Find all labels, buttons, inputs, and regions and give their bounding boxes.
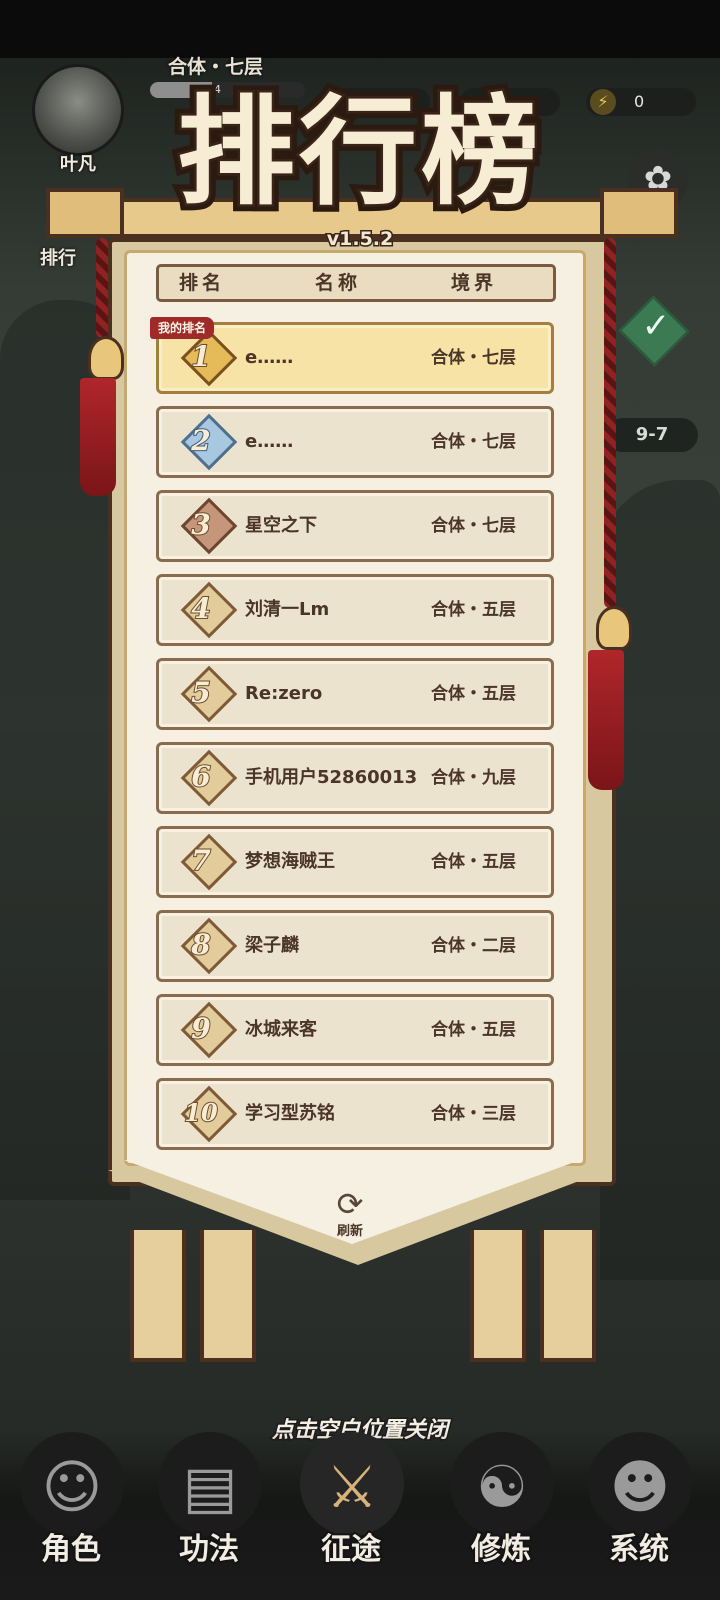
player-name-cell: 星空之下 xyxy=(245,515,317,536)
rope-left xyxy=(96,238,108,338)
character-icon: ☺ xyxy=(41,1453,103,1521)
rank-number: 7 xyxy=(190,843,211,878)
column-rank: 排名 xyxy=(179,272,226,294)
realm-cell: 合体・三层 xyxy=(431,1104,516,1124)
crossbar-end-right xyxy=(600,188,678,238)
table-row[interactable]: 9 冰城来客 合体・五层 xyxy=(156,994,554,1066)
nav-label: 征途 xyxy=(319,1530,383,1569)
table-row[interactable]: 6 手机用户52860013 合体・九层 xyxy=(156,742,554,814)
version-label: v1.5.2 xyxy=(325,227,394,252)
banner-fringe xyxy=(470,1230,526,1362)
player-name: 叶凡 xyxy=(60,154,96,175)
lightning-icon: ⚡ xyxy=(590,89,616,115)
bell-icon xyxy=(88,336,124,380)
player-name-cell: e…… xyxy=(245,431,294,452)
my-rank-tag: 我的排名 xyxy=(150,317,215,339)
nav-item-character[interactable]: ☺ 角色 xyxy=(6,1416,136,1586)
player-name-cell: e…… xyxy=(245,347,294,368)
player-name-cell: 刘清一Lm xyxy=(245,599,330,620)
player-name-cell: Re:zero xyxy=(245,683,323,704)
table-row[interactable]: 2 e…… 合体・七层 xyxy=(156,406,554,478)
rank-number: 8 xyxy=(190,927,211,962)
player-name-cell: 手机用户52860013 xyxy=(245,767,418,788)
mountain-right xyxy=(600,480,720,1280)
refresh-icon[interactable]: ⟳ xyxy=(330,1184,370,1224)
realm-cell: 合体・五层 xyxy=(431,852,516,872)
banner-fringe xyxy=(540,1230,596,1362)
rank-number: 4 xyxy=(190,591,211,626)
player-name-cell: 学习型苏铭 xyxy=(245,1103,335,1124)
table-row[interactable]: 10 学习型苏铭 合体・三层 xyxy=(156,1078,554,1150)
realm-cell: 合体・七层 xyxy=(431,348,516,368)
nav-item-skills[interactable]: ▤ 功法 xyxy=(144,1416,274,1586)
page-title: 排行榜 xyxy=(174,80,543,224)
realm-cell: 合体・七层 xyxy=(431,516,516,536)
table-row[interactable]: 5 Re:zero 合体・五层 xyxy=(156,658,554,730)
player-name-cell: 冰城来客 xyxy=(245,1019,317,1040)
rank-number: 3 xyxy=(190,507,211,542)
banner-fringe xyxy=(130,1230,186,1362)
side-rank-button[interactable]: 排行 xyxy=(40,244,76,270)
rank-number: 5 xyxy=(190,675,211,710)
table-header: 排名 名称 境界 xyxy=(156,264,556,302)
book-icon: ▤ xyxy=(182,1453,238,1521)
realm-cell: 合体・九层 xyxy=(431,768,516,788)
realm-cell: 合体・七层 xyxy=(431,432,516,452)
banner-fringe xyxy=(200,1230,256,1362)
avatar[interactable] xyxy=(32,64,124,156)
column-name: 名称 xyxy=(315,272,362,294)
rank-number: 6 xyxy=(190,759,211,794)
status-bar xyxy=(0,0,720,58)
refresh-button[interactable]: 刷新 xyxy=(320,1220,380,1239)
nav-label: 角色 xyxy=(39,1530,103,1569)
nav-item-cultivate[interactable]: ☯ 修炼 xyxy=(436,1416,566,1586)
rank-number: 1 xyxy=(190,339,211,374)
nav-item-journey[interactable]: ⚔ 征途 xyxy=(286,1416,416,1586)
tassel-right xyxy=(588,650,624,790)
nav-item-system[interactable]: ☻ 系统 xyxy=(574,1416,704,1586)
check-icon: ✓ xyxy=(641,306,671,346)
nav-label: 功法 xyxy=(177,1530,241,1569)
table-row[interactable]: 1 e…… 合体・七层 xyxy=(156,322,554,394)
player-realm: 合体・七层 xyxy=(168,56,264,78)
rank-number: 2 xyxy=(190,423,211,458)
meditation-icon: ☯ xyxy=(476,1453,528,1521)
player-name-cell: 梦想海贼王 xyxy=(245,851,335,872)
table-row[interactable]: 7 梦想海贼王 合体・五层 xyxy=(156,826,554,898)
table-row[interactable]: 4 刘清一Lm 合体・五层 xyxy=(156,574,554,646)
tassel-left xyxy=(80,378,116,496)
realm-cell: 合体・五层 xyxy=(431,1020,516,1040)
rank-number: 9 xyxy=(190,1011,211,1046)
table-row[interactable]: 3 星空之下 合体・七层 xyxy=(156,490,554,562)
system-icon: ☻ xyxy=(609,1453,671,1521)
table-row[interactable]: 8 梁子麟 合体・二层 xyxy=(156,910,554,982)
player-name-cell: 梁子麟 xyxy=(245,935,299,956)
currency-value: 0 xyxy=(634,92,645,111)
rope-right xyxy=(604,238,616,608)
sword-icon: ⚔ xyxy=(326,1453,378,1521)
bell-icon xyxy=(596,606,632,650)
crossbar-end-left xyxy=(46,188,124,238)
column-realm: 境界 xyxy=(451,272,498,294)
rank-number: 10 xyxy=(183,1097,218,1128)
realm-cell: 合体・二层 xyxy=(431,936,516,956)
nav-label: 修炼 xyxy=(469,1530,533,1569)
nav-label: 系统 xyxy=(607,1530,671,1569)
realm-cell: 合体・五层 xyxy=(431,684,516,704)
realm-cell: 合体・五层 xyxy=(431,600,516,620)
stage-text: 9-7 xyxy=(635,424,669,445)
